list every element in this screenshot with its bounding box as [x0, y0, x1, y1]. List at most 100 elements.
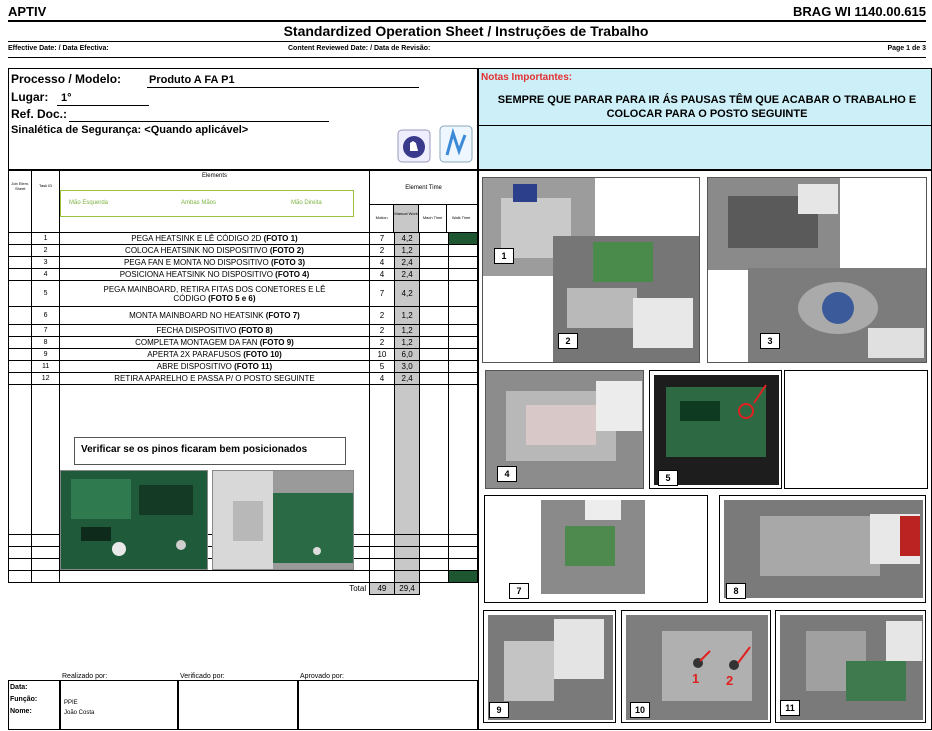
done-by-label: Realizado por: — [62, 673, 108, 680]
legend-both-hands: Ambas Mãos — [181, 200, 217, 206]
document-id: BRAG WI 1140.00.615 — [793, 4, 926, 19]
task-id: 6 — [31, 306, 60, 325]
step-motion: 4 — [369, 268, 395, 281]
step-text: FECHA DISPOSITIVO (FOTO 8) — [58, 324, 371, 337]
photo-number: 5 — [658, 470, 678, 486]
place-label: Lugar: — [11, 90, 49, 104]
task-id: 5 — [31, 280, 60, 307]
marker-cell — [448, 232, 478, 245]
step-motion: 10 — [369, 348, 395, 361]
legend-left-hand: Mão Esquerda — [69, 200, 109, 206]
table-row — [7, 570, 478, 583]
step-text: PEGA FAN E MONTA NO DISPOSITIVO (FOTO 3) — [58, 256, 371, 269]
step-desc: COLOCA HEATSINK NO DISPOSITIVO — [125, 246, 268, 255]
step-manual: 1,2 — [393, 244, 421, 257]
step-photo-ref: (FOTO 11) — [234, 362, 273, 371]
table-row: 12 RETIRA APARELHO E PASSA P/ O POSTO SE… — [7, 372, 478, 385]
photo-group — [482, 177, 700, 363]
step-manual: 2,4 — [393, 372, 421, 385]
ref-doc-label: Ref. Doc.: — [11, 107, 68, 121]
underline — [57, 105, 149, 106]
step-text: POSICIONA HEATSINK NO DISPOSITIVO (FOTO … — [58, 268, 371, 281]
table-row: 8 COMPLETA MONTAGEM DA FAN (FOTO 9) 2 1,… — [7, 336, 478, 349]
step-desc: APERTA 2X PARAFUSOS — [147, 350, 241, 359]
step-desc: RETIRA APARELHO E PASSA P/ O POSTO SEGUI… — [114, 374, 315, 383]
photo-number: 8 — [726, 583, 746, 599]
step-manual: 6,0 — [393, 348, 421, 361]
step-text: COLOCA HEATSINK NO DISPOSITIVO (FOTO 2) — [58, 244, 371, 257]
process-info-box: Processo / Modelo: Produto A FA P1 Lugar… — [8, 68, 478, 170]
step-manual: 2,4 — [393, 268, 421, 281]
task-id: 7 — [31, 324, 60, 337]
verify-note: Verificar se os pinos ficaram bem posici… — [74, 437, 346, 465]
step-text: ABRE DISPOSITIVO (FOTO 11) — [58, 360, 371, 373]
divider — [479, 125, 931, 126]
photo — [719, 495, 926, 603]
step-desc: FECHA DISPOSITIVO — [156, 326, 237, 335]
notes-body: SEMPRE QUE PARAR PARA IR ÁS PAUSAS TÊM Q… — [497, 94, 917, 120]
step-photo-ref: (FOTO 9) — [259, 338, 294, 347]
step-manual: 1,2 — [393, 306, 421, 325]
step-motion: 7 — [369, 232, 395, 245]
col-walk: Walk Time — [451, 215, 471, 220]
step-text: MONTA MAINBOARD NO HEATSINK (FOTO 7) — [58, 306, 371, 325]
step-motion: 4 — [369, 256, 395, 269]
underline — [69, 121, 329, 122]
step-desc: COMPLETA MONTAGEM DA FAN — [135, 338, 258, 347]
step-motion: 2 — [369, 336, 395, 349]
col-task-id: Task ID — [31, 170, 60, 233]
col-job-elem: Job Elem. Sheet — [7, 170, 33, 233]
name-value: João Costa — [64, 710, 95, 716]
table-row: 9 APERTA 2X PARAFUSOS (FOTO 10) 10 6,0 — [7, 348, 478, 361]
divider — [8, 41, 926, 42]
col-motion: Motion — [370, 205, 395, 232]
step-photo-ref: (FOTO 4) — [275, 270, 310, 279]
step-text: APERTA 2X PARAFUSOS (FOTO 10) — [58, 348, 371, 361]
step-photo-ref: (FOTO 8) — [238, 326, 273, 335]
safety-label: Sinalética de Segurança: <Quando aplicáv… — [11, 124, 249, 136]
task-id: 4 — [31, 268, 60, 281]
table-row: 1 PEGA HEATSINK E LÊ CÓDIGO 2D (FOTO 1) … — [7, 232, 478, 245]
step-motion: 4 — [369, 372, 395, 385]
date-label: Data: — [10, 684, 28, 691]
process-value: Produto A FA P1 — [149, 74, 235, 86]
col-manual: Manual Work — [394, 205, 420, 232]
effective-date-label: Effective Date: / Data Efectiva: — [8, 45, 109, 52]
step-manual: 2,4 — [393, 256, 421, 269]
svg-text:1: 1 — [692, 671, 699, 686]
photo-number: 4 — [497, 466, 517, 482]
header: APTIV BRAG WI 1140.00.615 — [8, 4, 926, 20]
col-element-time: Element Time — [370, 171, 477, 205]
photo-placeholder — [784, 370, 928, 489]
step-photo-ref: (FOTO 7) — [265, 311, 300, 320]
table-row: 2 COLOCA HEATSINK NO DISPOSITIVO (FOTO 2… — [7, 244, 478, 257]
step-photo-ref: (FOTO 1) — [263, 234, 298, 243]
table-row: 3 PEGA FAN E MONTA NO DISPOSITIVO (FOTO … — [7, 256, 478, 269]
col-element-time-group: Element Time Motion Manual Work Mach Tim… — [369, 170, 478, 233]
divider — [8, 20, 926, 22]
function-value: PPIE — [64, 700, 78, 706]
table-row: 6 MONTA MAINBOARD NO HEATSINK (FOTO 7) 2… — [7, 306, 478, 325]
underline — [147, 87, 419, 88]
approved-by-label: Aprovado por: — [300, 673, 344, 680]
step-desc: POSICIONA HEATSINK NO DISPOSITIVO — [119, 270, 273, 279]
photo-number: 2 — [558, 333, 578, 349]
step-motion: 2 — [369, 244, 395, 257]
page-title: Standardized Operation Sheet / Instruçõe… — [283, 23, 649, 39]
glove-icon — [397, 129, 431, 163]
step-motion: 2 — [369, 324, 395, 337]
svg-text:2: 2 — [726, 673, 733, 688]
function-label: Função: — [10, 696, 38, 703]
task-id: 3 — [31, 256, 60, 269]
photo-group — [707, 177, 927, 363]
total-manual: 29,4 — [393, 582, 421, 595]
process-label: Processo / Modelo: — [11, 72, 122, 86]
table-row: 4 POSICIONA HEATSINK NO DISPOSITIVO (FOT… — [7, 268, 478, 281]
step-manual: 3,0 — [393, 360, 421, 373]
step-manual: 4,2 — [393, 232, 421, 245]
name-label: Nome: — [10, 708, 32, 715]
step-photo-ref: (FOTO 5 e 6) — [208, 293, 256, 303]
photo-number: 7 — [509, 583, 529, 599]
photo-number: 1 — [494, 248, 514, 264]
step-motion: 5 — [369, 360, 395, 373]
